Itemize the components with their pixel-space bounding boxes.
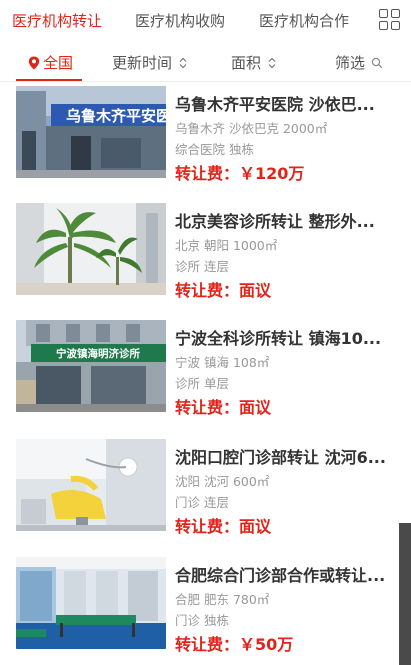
price-value: 面议: [239, 517, 272, 536]
listing-title: 乌鲁木齐平安医院 沙依巴...: [175, 95, 375, 114]
active-filter-indicator: [16, 79, 82, 81]
listing-type: 诊所 连层: [175, 259, 229, 274]
tab-medical-cooperation[interactable]: 医疗机构合作: [259, 10, 349, 31]
filter-region[interactable]: 全国: [28, 52, 73, 73]
listing-location: 北京 朝阳 1000㎡: [175, 238, 278, 253]
price-label: 转让费：: [175, 398, 240, 417]
listing-photo: [16, 557, 166, 649]
listing-photo: 宁波镇海明济诊所: [16, 320, 166, 412]
location-pin-icon: [28, 56, 40, 69]
filter-area-label: 面积: [231, 54, 262, 72]
filter-region-label: 全国: [43, 54, 74, 72]
price-value: ￥50万: [239, 635, 294, 654]
listing-photo: 乌鲁木齐平安医院: [16, 86, 166, 178]
listing-title: 沈阳口腔门诊部转让 沈河6...: [175, 448, 386, 467]
search-icon: [371, 57, 383, 68]
filter-more[interactable]: 筛选: [335, 52, 383, 73]
listing-type: 门诊 独栋: [175, 613, 229, 628]
hospital-sign-text: 乌鲁木齐平安医院: [66, 107, 166, 125]
filter-area[interactable]: 面积: [231, 52, 277, 73]
tab-medical-transfer[interactable]: 医疗机构转让: [12, 10, 102, 31]
listing-location: 合肥 肥东 780㎡: [175, 592, 270, 607]
price-value: ￥120万: [239, 164, 305, 183]
listing-title: 北京美容诊所转让 整形外...: [175, 212, 375, 231]
price-value: 面议: [239, 398, 272, 417]
listing-location: 沈阳 沈河 600㎡: [175, 474, 270, 489]
filter-update-time[interactable]: 更新时间: [112, 52, 188, 73]
listing-card[interactable]: 宁波镇海明济诊所 宁波全科诊所转让 镇海10... 宁波 镇海 108㎡ 诊所 …: [0, 316, 411, 433]
scrollbar-thumb[interactable]: [399, 523, 411, 665]
chevron-updown-icon: [268, 57, 276, 68]
filter-update-time-label: 更新时间: [112, 54, 173, 72]
price-label: 转让费：: [175, 517, 240, 536]
price-value: 面议: [239, 281, 272, 300]
price-label: 转让费：: [175, 164, 240, 183]
listing-title: 宁波全科诊所转让 镇海10...: [175, 329, 382, 348]
filter-more-label: 筛选: [335, 54, 366, 72]
top-tab-bar: 医疗机构转让 医疗机构收购 医疗机构合作: [0, 0, 411, 40]
chevron-updown-icon: [179, 57, 187, 68]
listing-price: 转让费：￥50万: [175, 631, 293, 655]
clinic-sign-text: 宁波镇海明济诊所: [56, 347, 140, 360]
listing-price: 转让费：面议: [175, 394, 271, 418]
listing-price: 转让费：面议: [175, 277, 271, 301]
listing-price: 转让费：￥120万: [175, 160, 304, 184]
filter-bar: 全国 更新时间 面积 筛选: [0, 40, 411, 82]
price-label: 转让费：: [175, 635, 240, 654]
listing-card[interactable]: 北京美容诊所转让 整形外... 北京 朝阳 1000㎡ 诊所 连层 转让费：面议: [0, 199, 411, 316]
listing-card[interactable]: 乌鲁木齐平安医院 乌鲁木齐平安医院 沙依巴... 乌鲁木齐 沙依巴克 2000㎡…: [0, 82, 411, 199]
listing-card[interactable]: 沈阳口腔门诊部转让 沈河6... 沈阳 沈河 600㎡ 门诊 连层 转让费：面议: [0, 433, 411, 550]
listing-type: 诊所 单层: [175, 376, 229, 391]
listing-card[interactable]: 合肥综合门诊部合作或转让... 合肥 肥东 780㎡ 门诊 独栋 转让费：￥50…: [0, 550, 411, 665]
listing-price: 转让费：面议: [175, 513, 271, 537]
listing-type: 综合医院 独栋: [175, 142, 254, 157]
listing-location: 乌鲁木齐 沙依巴克 2000㎡: [175, 121, 328, 136]
listing-photo: [16, 203, 166, 295]
listing-location: 宁波 镇海 108㎡: [175, 355, 270, 370]
listing-title: 合肥综合门诊部合作或转让...: [175, 566, 386, 585]
grid-icon[interactable]: [379, 9, 401, 31]
listing-type: 门诊 连层: [175, 495, 229, 510]
price-label: 转让费：: [175, 281, 240, 300]
listing-photo: [16, 439, 166, 531]
tab-medical-acquisition[interactable]: 医疗机构收购: [135, 10, 225, 31]
